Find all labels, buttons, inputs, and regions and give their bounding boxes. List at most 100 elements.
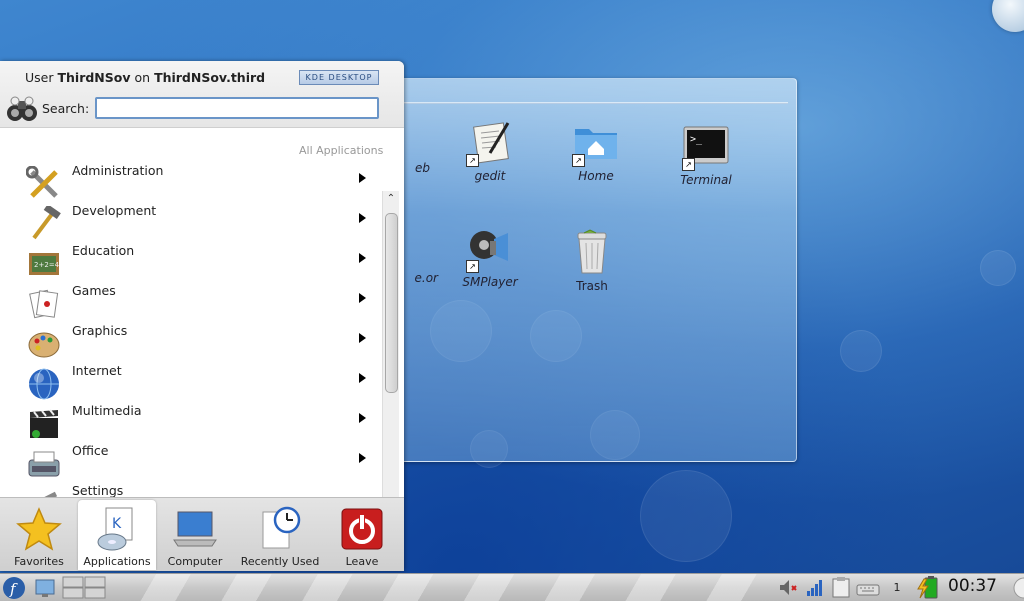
user-prefix-label: User xyxy=(25,70,54,85)
development-icon xyxy=(26,204,62,242)
clock-icon xyxy=(257,506,303,552)
home-folder-icon: ↗ xyxy=(572,119,620,167)
computer-icon xyxy=(172,506,218,552)
kickoff-tab-bar: Favorites K Applications Computer Recent… xyxy=(0,497,404,571)
binoculars-icon xyxy=(6,95,38,123)
office-icon xyxy=(26,446,62,482)
desktop-toolbox-cashew[interactable] xyxy=(992,0,1024,32)
host-name: ThirdNSov.third xyxy=(154,70,266,85)
trash-icon xyxy=(568,229,616,277)
bokeh-decoration xyxy=(640,470,732,562)
menu-item-education[interactable]: 2+2=4 Education xyxy=(26,242,376,282)
menu-item-label: Graphics xyxy=(72,323,128,338)
submenu-arrow-icon xyxy=(359,453,366,463)
submenu-arrow-icon xyxy=(359,213,366,223)
menu-item-label: Education xyxy=(72,243,135,258)
menu-item-label: Office xyxy=(72,443,109,458)
tab-favorites[interactable]: Favorites xyxy=(0,500,78,570)
tab-label: Recently Used xyxy=(240,555,320,568)
taskbar-panel: f 1 00:37 xyxy=(0,573,1024,601)
scrollbar-thumb[interactable] xyxy=(385,213,398,393)
fedora-menu-icon[interactable]: f xyxy=(2,576,26,599)
search-input[interactable] xyxy=(95,97,379,119)
clipboard-icon[interactable] xyxy=(830,576,852,599)
bokeh-decoration xyxy=(980,250,1016,286)
svg-text:>_: >_ xyxy=(690,134,703,145)
link-arrow-icon: ↗ xyxy=(466,154,479,167)
graphics-icon xyxy=(26,326,62,362)
submenu-arrow-icon xyxy=(359,333,366,343)
terminal-icon: >_ ↗ xyxy=(682,123,730,171)
menu-item-office[interactable]: Office xyxy=(26,442,376,482)
panel-toolbox-icon[interactable] xyxy=(1008,576,1024,599)
search-label: Search: xyxy=(42,101,90,116)
svg-text:2+2=4: 2+2=4 xyxy=(34,261,60,269)
games-icon xyxy=(26,286,62,322)
tab-applications[interactable]: K Applications xyxy=(78,500,156,570)
network-icon[interactable] xyxy=(806,576,824,599)
tab-computer[interactable]: Computer xyxy=(156,500,234,570)
applications-icon: K xyxy=(94,506,140,552)
menu-item-administration[interactable]: Administration xyxy=(25,162,376,202)
text-editor-icon: ↗ xyxy=(466,119,514,167)
svg-text:K: K xyxy=(112,516,122,532)
kde-desktop-logo: KDE DESKTOP xyxy=(299,70,379,85)
menu-item-label: Games xyxy=(72,283,116,298)
application-list: All Applications Administration Developm… xyxy=(0,128,404,558)
tab-label: Computer xyxy=(167,555,223,568)
pager-widget[interactable] xyxy=(62,576,106,599)
administration-icon xyxy=(25,165,62,202)
menu-item-label: Internet xyxy=(72,363,122,378)
menu-item-label: Development xyxy=(72,203,157,218)
show-desktop-icon[interactable] xyxy=(34,576,56,599)
section-title: All Applications xyxy=(299,144,384,157)
education-icon: 2+2=4 xyxy=(26,246,62,282)
kickoff-menu: User ThirdNSov on ThirdNSov.third KDE DE… xyxy=(0,61,404,571)
internet-icon xyxy=(26,366,62,402)
menu-item-internet[interactable]: Internet xyxy=(26,362,376,402)
menu-item-graphics[interactable]: Graphics xyxy=(26,322,376,362)
desktop-icon-terminal[interactable]: >_ ↗ Terminal xyxy=(666,123,746,187)
bokeh-decoration xyxy=(840,330,882,372)
tab-label: Leave xyxy=(345,555,379,568)
tab-label: Favorites xyxy=(14,555,64,568)
tab-leave[interactable]: Leave xyxy=(323,500,401,570)
scroll-up-arrow-icon[interactable]: ⌃ xyxy=(383,191,399,207)
submenu-arrow-icon xyxy=(359,173,366,183)
menu-item-multimedia[interactable]: Multimedia xyxy=(26,402,376,442)
submenu-arrow-icon xyxy=(359,413,366,423)
folder-view-title-line xyxy=(404,102,788,104)
tab-recently-used[interactable]: Recently Used xyxy=(240,500,320,570)
desktop-icon-smplayer[interactable]: ↗ SMPlayer xyxy=(450,225,530,289)
keyboard-icon[interactable] xyxy=(856,576,880,599)
user-name: ThirdNSov xyxy=(57,70,131,85)
desktop-icon-home[interactable]: ↗ Home xyxy=(556,119,636,183)
submenu-arrow-icon xyxy=(359,293,366,303)
star-icon xyxy=(16,506,62,552)
menu-item-games[interactable]: Games xyxy=(26,282,376,322)
tab-label: Applications xyxy=(83,555,151,568)
submenu-arrow-icon xyxy=(359,373,366,383)
link-arrow-icon: ↗ xyxy=(466,260,479,273)
user-info: User ThirdNSov on ThirdNSov.third xyxy=(25,70,265,85)
smplayer-icon: ↗ xyxy=(466,225,514,273)
pager-counter[interactable]: 1 xyxy=(890,576,904,599)
menu-item-label: Multimedia xyxy=(72,403,142,418)
link-arrow-icon: ↗ xyxy=(682,158,695,171)
menu-item-label: Settings xyxy=(72,483,124,498)
on-word: on xyxy=(134,70,151,85)
menu-item-label: Administration xyxy=(72,163,164,178)
panel-decoration xyxy=(110,574,770,601)
power-icon xyxy=(339,506,385,552)
digital-clock[interactable]: 00:37 xyxy=(948,576,997,596)
submenu-arrow-icon xyxy=(359,253,366,263)
desktop-icon-gedit[interactable]: ↗ gedit xyxy=(450,119,530,183)
desktop-icon-trash[interactable]: Trash xyxy=(552,229,632,293)
battery-icon[interactable] xyxy=(916,576,942,599)
folder-view-widget[interactable]: eb ↗ gedit ↗ Home >_ ↗ Terminal e.or ↗ S… xyxy=(393,78,797,462)
multimedia-icon xyxy=(26,406,62,442)
link-arrow-icon: ↗ xyxy=(572,154,585,167)
kickoff-header: User ThirdNSov on ThirdNSov.third KDE DE… xyxy=(0,61,404,128)
menu-item-development[interactable]: Development xyxy=(26,202,376,242)
volume-muted-icon[interactable] xyxy=(778,576,798,599)
